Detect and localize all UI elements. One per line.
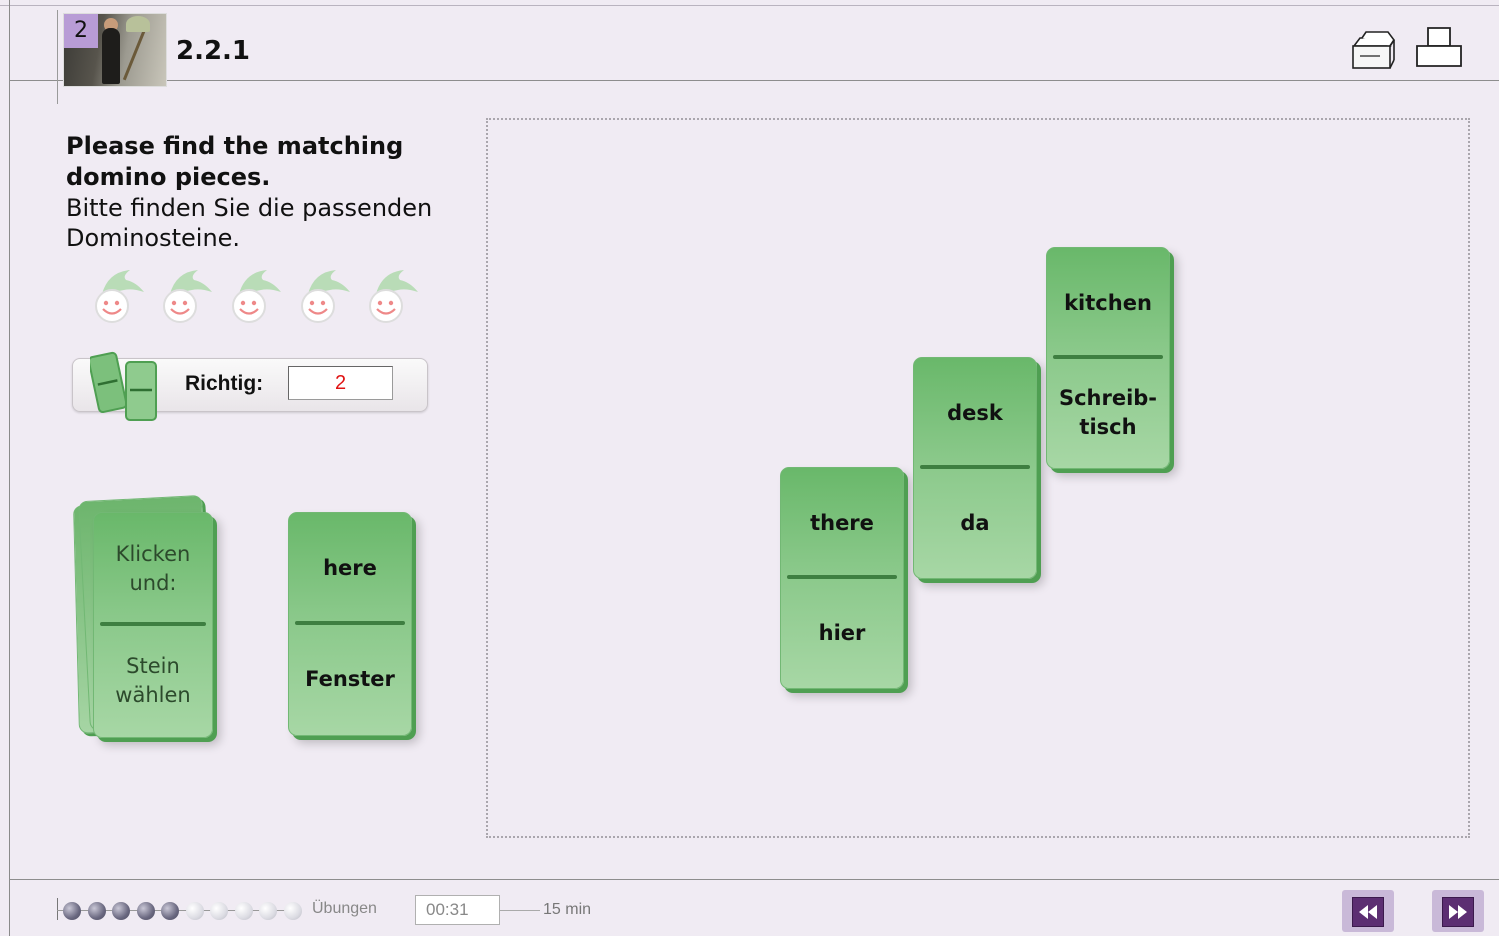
progress-dot-pending xyxy=(234,902,253,920)
progress-dot-complete xyxy=(87,902,106,920)
lesson-title: 2.2.1 xyxy=(176,36,251,66)
hand-tile[interactable]: here Fenster xyxy=(288,512,412,736)
footer-divider xyxy=(9,879,1499,880)
progress-label: Übungen xyxy=(312,900,377,917)
instruction-german: Bitte finden Sie die passenden Dominoste… xyxy=(66,194,433,252)
next-button[interactable] xyxy=(1432,890,1484,932)
deck-instruction-bottom: Stein wählen xyxy=(115,654,191,707)
tile-bottom-text: hier xyxy=(818,620,866,645)
header-tick xyxy=(57,10,58,104)
progress-dot-pending xyxy=(210,902,228,920)
fast-forward-icon xyxy=(1442,897,1474,927)
print-icon[interactable] xyxy=(1414,24,1464,74)
folder-stack-icon[interactable] xyxy=(1350,30,1398,76)
rewind-icon xyxy=(1352,897,1384,927)
score-label: Richtig: xyxy=(185,372,264,395)
tile-top-text: desk xyxy=(947,400,1003,425)
progress-dot-pending xyxy=(185,902,204,920)
board-tile[interactable]: kitchen Schreib-tisch xyxy=(1046,247,1170,469)
deck-top-card[interactable]: Klicken und: Stein wählen xyxy=(93,512,213,738)
progress-dot-complete xyxy=(63,902,81,920)
score-value: 2 xyxy=(288,366,393,400)
previous-button[interactable] xyxy=(1342,890,1394,932)
jester-smiley-icon xyxy=(158,268,212,326)
board-tile[interactable]: desk da xyxy=(913,357,1037,579)
left-border xyxy=(9,0,10,936)
chapter-badge: 2 xyxy=(64,14,98,48)
time-limit: 15 min xyxy=(543,901,592,918)
progress-dot-pending xyxy=(283,902,302,920)
progress-dot-complete xyxy=(161,902,179,920)
tile-bottom-text: Fenster xyxy=(305,667,395,691)
jester-smiley-icon xyxy=(364,268,418,326)
progress-dot-pending xyxy=(259,902,277,920)
timer-line xyxy=(500,910,540,911)
domino-score-icon xyxy=(87,350,166,424)
exercise-progress xyxy=(57,896,307,926)
top-border xyxy=(0,5,1499,6)
jester-smiley-icon xyxy=(227,268,281,326)
progress-dot-complete xyxy=(136,902,155,920)
header-divider xyxy=(9,80,1499,81)
tile-top-text: here xyxy=(323,556,377,580)
jester-smiley-icon xyxy=(296,268,350,326)
deck-instruction-top: Klicken und: xyxy=(115,542,191,595)
tile-bottom-text: da xyxy=(960,510,990,535)
lives-row xyxy=(90,268,430,328)
progress-dot-complete xyxy=(112,902,130,920)
instruction-english: Please find the matching domino pieces. xyxy=(66,132,404,191)
tile-top-text: there xyxy=(810,510,874,535)
tile-top-text: kitchen xyxy=(1064,290,1152,315)
jester-smiley-icon xyxy=(90,268,144,326)
board-tile[interactable]: there hier xyxy=(780,467,904,689)
tile-bottom-text: Schreib-tisch xyxy=(1058,386,1158,439)
timer-display: 00:31 xyxy=(415,895,500,925)
